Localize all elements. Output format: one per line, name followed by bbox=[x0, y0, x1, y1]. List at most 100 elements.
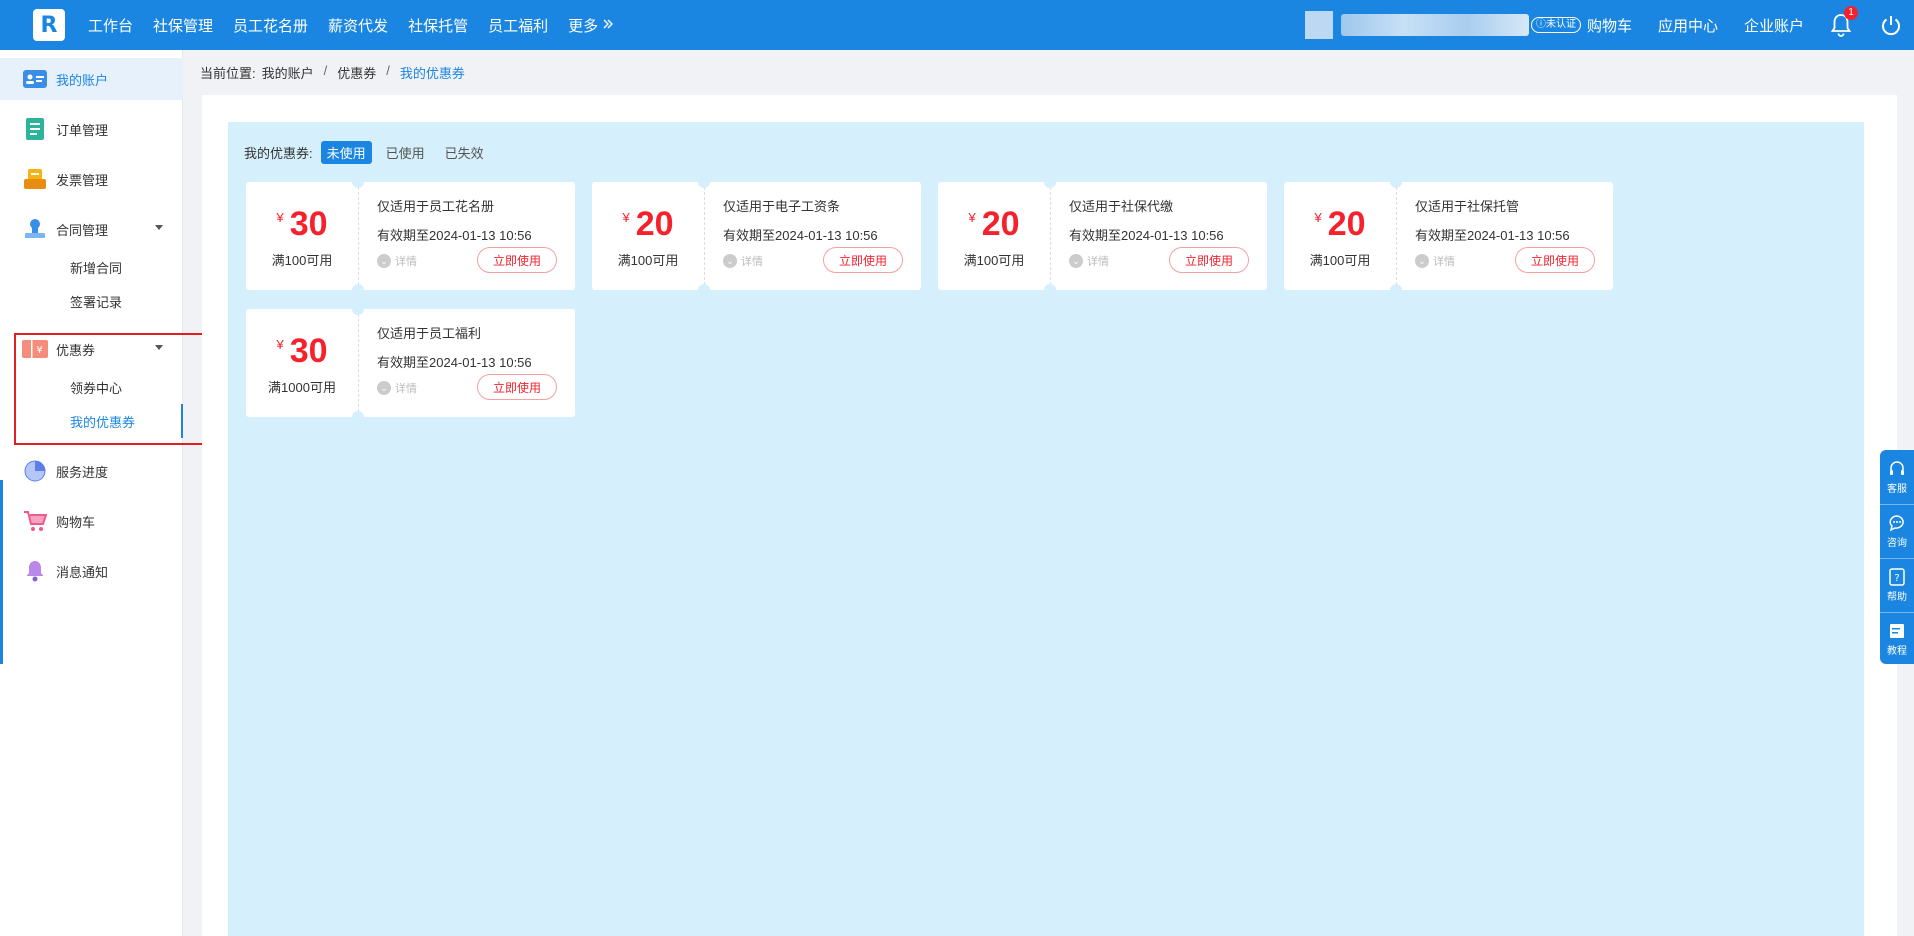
sidebar-label: 消息通知 bbox=[56, 564, 109, 580]
coupon-amount: ¥ 20 bbox=[622, 204, 673, 244]
float-customer-service[interactable]: 客服 bbox=[1880, 450, 1914, 504]
coupon-expire: 有效期至2024-01-13 10:56 bbox=[723, 228, 878, 243]
chevron-down-circle-icon: ⌄ bbox=[377, 254, 391, 268]
coupon-scope: 仅适用于员工福利 bbox=[377, 326, 482, 341]
sidebar: 我的账户 订单管理 发票管理 合同管理 新增合同 签署记录 ¥ 优惠券 领券中心… bbox=[0, 50, 183, 936]
double-chevron-right-icon bbox=[602, 17, 614, 34]
coupon-info-section: 仅适用于员工福利 有效期至2024-01-13 10:56 ⌄ 详情 立即使用 bbox=[359, 309, 575, 417]
coupon-scope: 仅适用于社保托管 bbox=[1415, 199, 1520, 214]
top-link-enterprise-account[interactable]: 企业账户 bbox=[1744, 15, 1804, 36]
brand-logo[interactable]: R bbox=[33, 9, 65, 41]
breadcrumb-separator: / bbox=[386, 63, 390, 78]
float-help[interactable]: ? 帮助 bbox=[1880, 558, 1914, 612]
bell-icon bbox=[22, 560, 48, 582]
coupon-detail-link[interactable]: ⌄ 详情 bbox=[377, 380, 417, 396]
coupon-condition: 满100可用 bbox=[963, 252, 1025, 268]
notification-bell[interactable]: 1 bbox=[1830, 6, 1858, 37]
coupon-scope: 仅适用于员工花名册 bbox=[377, 199, 495, 214]
currency-symbol: ¥ bbox=[276, 336, 284, 352]
sidebar-item-invoices[interactable]: 发票管理 bbox=[0, 158, 183, 200]
sidebar-label: 订单管理 bbox=[56, 122, 109, 138]
currency-symbol: ¥ bbox=[1314, 209, 1322, 225]
logo-letter: R bbox=[40, 12, 58, 38]
sidebar-item-orders[interactable]: 订单管理 bbox=[0, 108, 183, 150]
use-now-button[interactable]: 立即使用 bbox=[823, 247, 903, 273]
breadcrumb-item-my-account[interactable]: 我的账户 bbox=[262, 63, 314, 82]
coupon-detail-link[interactable]: ⌄ 详情 bbox=[1069, 253, 1109, 269]
sidebar-label: 购物车 bbox=[56, 514, 96, 530]
unverified-badge[interactable]: ⓘ未认证 bbox=[1530, 17, 1581, 33]
tab-expired[interactable]: 已失效 bbox=[439, 141, 490, 164]
coupon-detail-link[interactable]: ⌄ 详情 bbox=[377, 253, 417, 269]
coupon-value-section: ¥ 20 满100可用 bbox=[592, 176, 710, 296]
coupon-info-section: 仅适用于电子工资条 有效期至2024-01-13 10:56 ⌄ 详情 立即使用 bbox=[705, 182, 921, 290]
nav-employee-roster[interactable]: 员工花名册 bbox=[233, 15, 308, 36]
svg-text:?: ? bbox=[1894, 573, 1899, 584]
nav-social-hosting[interactable]: 社保托管 bbox=[408, 15, 468, 36]
tab-used[interactable]: 已使用 bbox=[380, 141, 431, 164]
sidebar-sub-sign-records[interactable]: 签署记录 bbox=[0, 284, 183, 318]
tab-unused[interactable]: 未使用 bbox=[320, 141, 372, 164]
coupon-detail-label: 详情 bbox=[395, 383, 417, 395]
float-consult[interactable]: 咨询 bbox=[1880, 504, 1914, 558]
coupon-detail-label: 详情 bbox=[1433, 256, 1455, 268]
floating-help-toolbar: 客服 咨询 ? 帮助 教程 bbox=[1880, 450, 1914, 664]
use-now-button[interactable]: 立即使用 bbox=[477, 374, 557, 400]
nav-more-label: 更多 bbox=[568, 17, 599, 35]
info-icon: ⓘ bbox=[1535, 19, 1546, 30]
coupon-detail-link[interactable]: ⌄ 详情 bbox=[723, 253, 763, 269]
breadcrumb-separator: / bbox=[323, 63, 328, 78]
sidebar-sub-new-contract[interactable]: 新增合同 bbox=[0, 250, 183, 284]
coupon-condition: 满100可用 bbox=[617, 252, 679, 268]
question-icon: ? bbox=[1889, 568, 1905, 586]
sidebar-label: 发票管理 bbox=[56, 172, 109, 188]
nav-workbench[interactable]: 工作台 bbox=[88, 15, 133, 36]
float-label: 教程 bbox=[1887, 646, 1907, 657]
nav-social-security[interactable]: 社保管理 bbox=[153, 15, 213, 36]
coupon-card: ¥ 30 满1000可用 仅适用于员工福利 有效期至2024-01-13 10:… bbox=[246, 303, 575, 423]
sidebar-item-my-account[interactable]: 我的账户 bbox=[0, 58, 183, 100]
sidebar-label: 服务进度 bbox=[56, 464, 109, 480]
coupon-amount-value: 20 bbox=[635, 204, 674, 243]
top-link-app-center[interactable]: 应用中心 bbox=[1658, 15, 1718, 36]
coupon-expire: 有效期至2024-01-13 10:56 bbox=[1415, 228, 1570, 243]
power-icon bbox=[1882, 16, 1900, 36]
breadcrumb-item-my-coupons: 我的优惠券 bbox=[399, 66, 465, 81]
breadcrumb-item-coupons[interactable]: 优惠券 bbox=[337, 63, 376, 82]
top-link-cart[interactable]: 购物车 bbox=[1587, 15, 1632, 36]
coupon-detail-link[interactable]: ⌄ 详情 bbox=[1415, 253, 1455, 269]
nav-more[interactable]: 更多 bbox=[568, 15, 614, 36]
nav-employee-welfare[interactable]: 员工福利 bbox=[488, 15, 548, 36]
top-navbar: R 工作台 社保管理 员工花名册 薪资代发 社保托管 员工福利 更多 ⓘ未认证 … bbox=[0, 0, 1914, 50]
coupon-condition: 满100可用 bbox=[1309, 252, 1371, 268]
coupons-panel-title: 我的优惠券: bbox=[244, 146, 313, 161]
coupon-scope: 仅适用于社保代缴 bbox=[1069, 199, 1174, 214]
user-avatar[interactable] bbox=[1304, 11, 1333, 39]
coupon-card: ¥ 30 满100可用 仅适用于员工花名册 有效期至2024-01-13 10:… bbox=[246, 176, 575, 296]
float-tutorial[interactable]: 教程 bbox=[1880, 612, 1914, 666]
coupon-card: ¥ 20 满100可用 仅适用于电子工资条 有效期至2024-01-13 10:… bbox=[592, 176, 921, 296]
coupon-amount: ¥ 20 bbox=[968, 204, 1019, 244]
power-logout-button[interactable] bbox=[1880, 14, 1902, 36]
unverified-label: 未认证 bbox=[1545, 19, 1576, 30]
use-now-button[interactable]: 立即使用 bbox=[1169, 247, 1249, 273]
document-list-icon bbox=[1890, 624, 1904, 638]
caret-down-icon bbox=[155, 225, 163, 230]
coupon-value-section: ¥ 30 满1000可用 bbox=[246, 303, 364, 423]
use-now-button[interactable]: 立即使用 bbox=[477, 247, 557, 273]
breadcrumb-prefix: 当前位置: bbox=[200, 66, 256, 81]
coupon-amount-value: 20 bbox=[1327, 204, 1366, 243]
coupon-condition: 满1000可用 bbox=[268, 379, 336, 395]
nav-payroll[interactable]: 薪资代发 bbox=[328, 15, 388, 36]
use-now-button[interactable]: 立即使用 bbox=[1515, 247, 1595, 273]
headset-icon bbox=[1890, 460, 1904, 475]
user-company-name[interactable] bbox=[1340, 14, 1529, 36]
breadcrumb: 当前位置: 我的账户 / 优惠券 / 我的优惠券 bbox=[200, 63, 465, 82]
coupon-info-section: 仅适用于社保托管 有效期至2024-01-13 10:56 ⌄ 详情 立即使用 bbox=[1397, 182, 1613, 290]
sidebar-item-contracts[interactable]: 合同管理 bbox=[0, 208, 183, 250]
sidebar-item-service-progress[interactable]: 服务进度 bbox=[0, 450, 183, 492]
currency-symbol: ¥ bbox=[276, 209, 284, 225]
sidebar-item-notifications[interactable]: 消息通知 bbox=[0, 550, 183, 592]
coupon-expire: 有效期至2024-01-13 10:56 bbox=[377, 228, 532, 243]
sidebar-item-cart[interactable]: 购物车 bbox=[0, 500, 183, 542]
